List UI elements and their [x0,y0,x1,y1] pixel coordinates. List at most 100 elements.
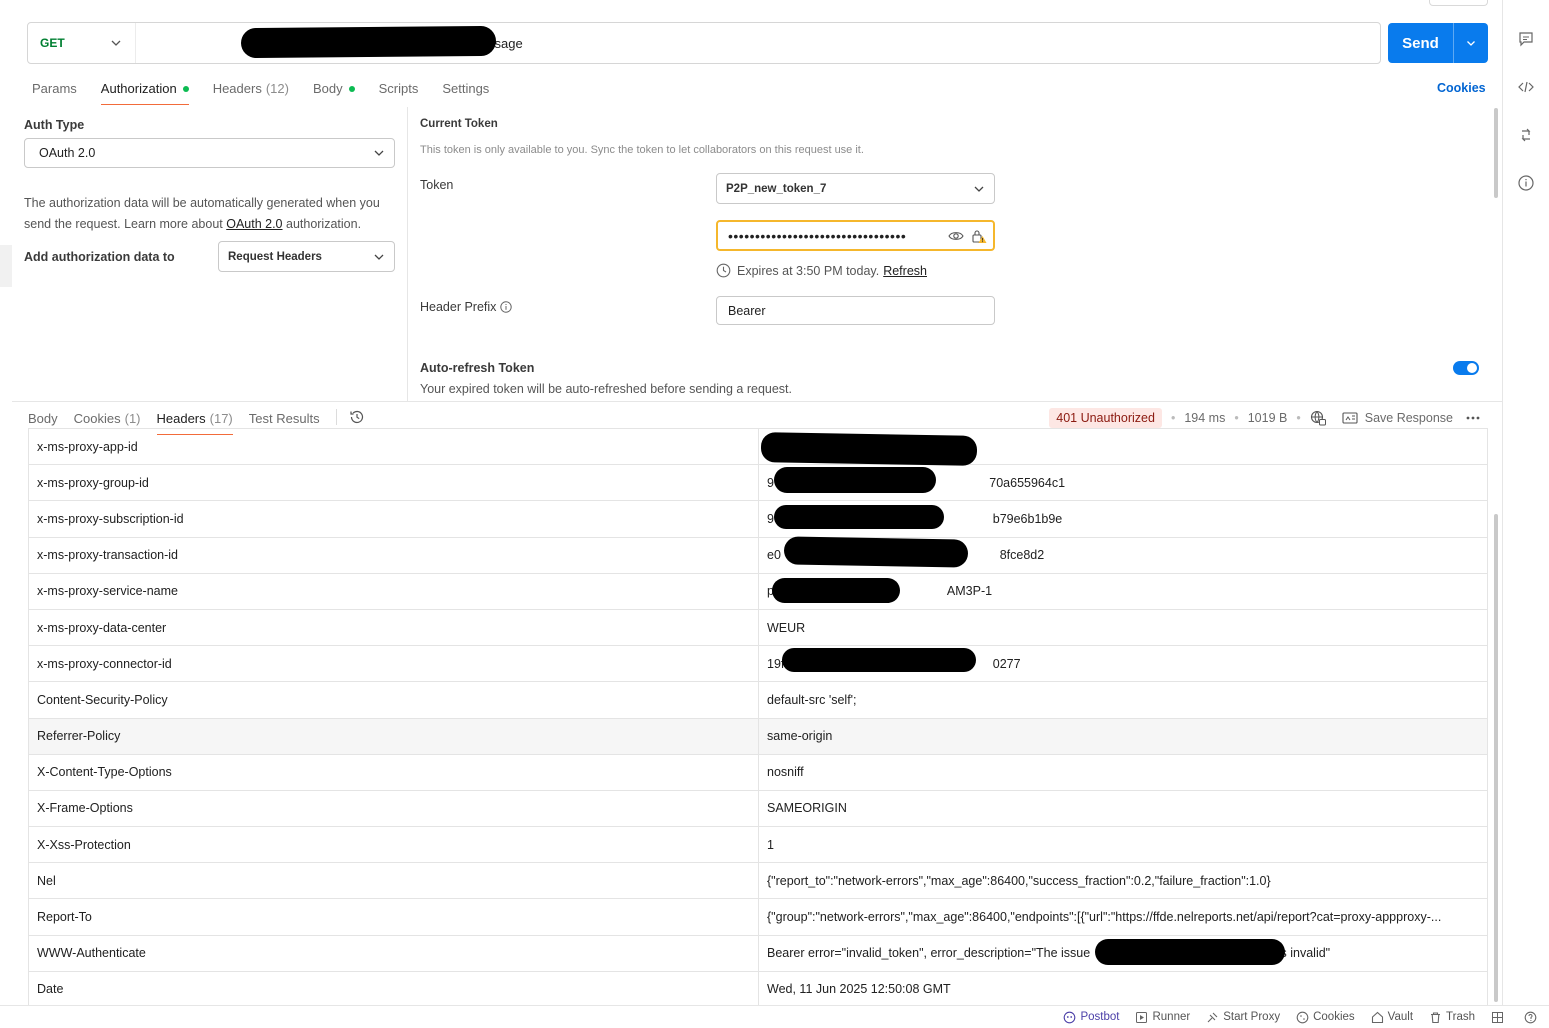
table-row: x-ms-proxy-service-name p AM3P-1 [28,572,1488,610]
header-prefix-input[interactable]: Bearer [716,296,995,325]
response-time[interactable]: 194 ms [1184,411,1225,425]
header-value: {"report_to":"network-errors","max_age":… [758,862,1488,900]
table-row: x-ms-proxy-subscription-id 9 b79e6b1b9e [28,500,1488,538]
table-row: x-ms-proxy-app-id 8a0f140 [28,427,1488,466]
tab-scripts[interactable]: Scripts [379,81,419,105]
tab-label: Authorization [100,81,177,96]
status-bar: Postbot Runner Start Proxy Cookies Vault… [0,1005,1549,1028]
network-globe-icon[interactable] [1310,410,1326,426]
more-options-icon[interactable] [1465,415,1481,421]
request-tabs: Params Authorization Headers (12) Body Sc… [32,81,513,105]
add-auth-to-select[interactable]: Request Headers [218,241,395,272]
header-key: x-ms-proxy-group-id [28,464,759,502]
vault-button[interactable]: Vault [1371,1011,1413,1024]
status-item-label: Postbot [1080,1011,1120,1023]
tab-count: (17) [209,411,233,426]
scrollbar-thumb[interactable] [1494,108,1498,198]
layout-icon [1492,1011,1503,1023]
tab-label: Body [312,81,343,96]
url-input[interactable]: ncoming_api_message [136,23,1380,63]
top-partial-button[interactable] [1429,0,1488,6]
status-item-label: Trash [1446,1011,1475,1023]
start-proxy-button[interactable]: Start Proxy [1206,1011,1280,1024]
eye-icon[interactable] [948,230,964,242]
save-response-button[interactable]: Save Response [1365,411,1453,425]
active-indicator-dot [182,85,189,92]
tab-body[interactable]: Body [313,81,355,105]
help-button[interactable] [1524,1011,1541,1024]
right-sidebar [1502,0,1549,1005]
tab-settings[interactable]: Settings [442,81,489,105]
history-icon[interactable] [349,409,365,425]
tab-headers[interactable]: Headers (12) [213,81,289,105]
table-row: Date Wed, 11 Jun 2025 12:50:08 GMT [28,970,1488,1009]
separator: • [1234,411,1239,425]
token-select[interactable]: P2P_new_token_7 [716,173,995,204]
auth-type-select[interactable]: OAuth 2.0 [24,138,395,168]
oauth-doc-link[interactable]: OAuth 2.0 [226,217,282,231]
cookies-button[interactable]: Cookies [1296,1011,1355,1024]
token-expiry: Expires at 3:50 PM today. Refresh [716,263,927,278]
auth-scrollbar[interactable] [1494,108,1500,198]
runner-button[interactable]: Runner [1135,1011,1190,1024]
help-icon [1524,1011,1537,1023]
layout-toggle-button[interactable] [1491,1011,1508,1024]
response-scrollbar[interactable] [1494,514,1500,1002]
trash-icon [1431,1011,1441,1023]
table-row: Content-Security-Policy default-src 'self… [28,681,1488,719]
header-key: x-ms-proxy-connector-id [28,645,759,683]
tab-params[interactable]: Params [32,81,77,105]
header-key: X-Content-Type-Options [28,753,759,791]
refresh-token-link[interactable]: Refresh [883,264,927,278]
chevron-down-icon [374,254,384,260]
auto-refresh-title: Auto-refresh Token [420,361,535,375]
redaction-mark [782,648,976,672]
info-icon[interactable] [500,301,513,313]
separator: • [1296,411,1301,425]
header-value: SAMEORIGIN [758,789,1488,828]
header-key: Date [28,970,759,1009]
header-value: WEUR [758,608,1488,647]
header-value: Wed, 11 Jun 2025 12:50:08 GMT [758,970,1488,1009]
trash-button[interactable]: Trash [1429,1011,1475,1024]
comments-icon[interactable] [1517,30,1535,48]
tab-label: Headers [156,411,206,426]
header-key: X-Xss-Protection [28,826,759,864]
chevron-down-icon [1467,41,1475,46]
scrollbar-thumb[interactable] [1494,514,1498,1002]
save-response-icon[interactable] [1342,411,1358,425]
tab-label: Test Results [248,411,320,426]
url-redaction [240,25,497,59]
auth-type-value: OAuth 2.0 [39,146,96,160]
postbot-icon [1064,1011,1076,1023]
table-row: x-ms-proxy-group-id 9 70a655964c1 [28,464,1488,502]
redaction-mark [772,578,900,603]
token-masked-value: ••••••••••••••••••••••••••••••••• [728,227,907,244]
header-key: x-ms-proxy-service-name [28,572,759,610]
auth-type-label: Auth Type [24,118,85,132]
send-options-button[interactable] [1454,23,1488,63]
table-row: Referrer-Policy same-origin [28,717,1488,755]
table-row: X-Frame-Options SAMEORIGIN [28,789,1488,828]
table-row: Nel {"report_to":"network-errors","max_ag… [28,862,1488,900]
tab-authorization[interactable]: Authorization [100,81,189,105]
send-button[interactable]: Send [1388,23,1454,63]
cookies-link[interactable]: Cookies [1437,81,1486,95]
table-row: x-ms-proxy-transaction-id e0 8fce8d2 [28,536,1488,574]
response-size[interactable]: 1019 B [1248,411,1288,425]
response-headers-table: x-ms-proxy-app-id 8a0f140 x-ms-proxy-gro… [28,427,1488,1009]
method-select[interactable]: GET [28,23,136,63]
url-bar: GET ncoming_api_message [27,22,1381,64]
header-value: nosniff [758,753,1488,791]
add-auth-to-label: Add authorization data to [24,250,175,264]
code-icon[interactable] [1517,78,1535,96]
auth-description: The authorization data will be automatic… [24,193,402,235]
info-icon[interactable] [1517,174,1535,192]
access-token-input[interactable]: ••••••••••••••••••••••••••••••••• [716,220,995,251]
related-icon[interactable] [1517,126,1535,144]
auto-refresh-toggle[interactable] [1453,361,1479,375]
status-item-label: Start Proxy [1223,1011,1281,1023]
separator: • [1170,411,1176,425]
status-badge[interactable]: 401 Unauthorized [1049,408,1162,428]
postbot-button[interactable]: Postbot [1063,1011,1119,1024]
